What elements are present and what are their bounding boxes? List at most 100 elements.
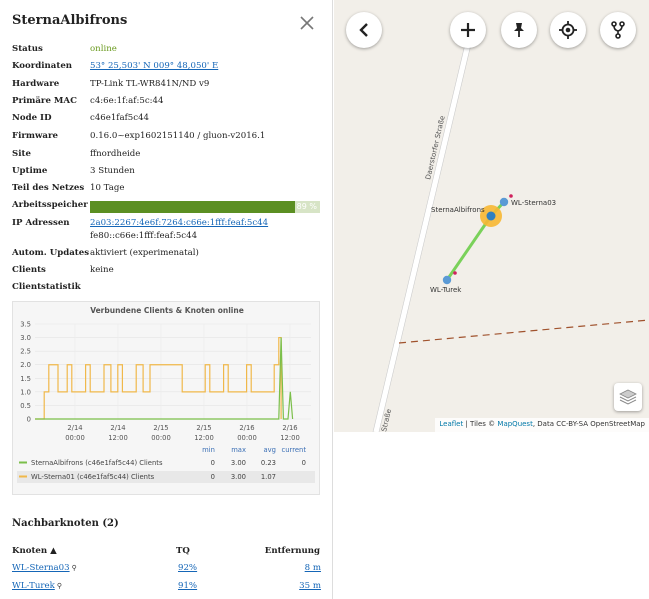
network-age-label: Teil des Netzes: [12, 183, 85, 193]
y-tick-label: 0: [27, 416, 31, 424]
chart-legend: min max avg current SternaAlbifrons (c46e1fa…: [17, 446, 315, 483]
x-tick-label: 00:00: [237, 434, 257, 442]
neighbours-dist-header[interactable]: Entfernung: [265, 546, 320, 556]
legend-value: 0.23: [261, 459, 276, 467]
status-row: Status online: [12, 44, 322, 60]
node-id-label: Node ID: [12, 113, 52, 123]
y-tick-label: 3.0: [20, 334, 31, 342]
uptime-row: Uptime 3 Stunden: [12, 166, 322, 182]
location-pin-icon: ⚲: [71, 564, 77, 572]
road: [373, 39, 472, 432]
legend-series-name: WL-Sterna01 (c46e1faf5c44) Clients: [31, 473, 155, 481]
node-title: SternaAlbifrons: [12, 13, 128, 28]
neighbours-name-header[interactable]: Knoten ▲: [12, 546, 57, 556]
legend-header: max: [231, 446, 246, 454]
firmware-label: Firmware: [12, 131, 58, 141]
node-sidebar: SternaAlbifrons Status online Koordinate…: [0, 0, 333, 599]
x-tick-label: 12:00: [194, 434, 214, 442]
pin-button[interactable]: [501, 12, 537, 48]
mac-row: Primäre MAC c4:6e:1f:af:5c:44: [12, 96, 322, 112]
ip-link[interactable]: 2a03:2267:4e6f:7264:c66e:1fff:feaf:5c44: [90, 218, 268, 228]
y-tick-label: 2.0: [20, 361, 31, 369]
neighbour-tq[interactable]: 92%: [178, 563, 197, 573]
legend-value: 0: [211, 459, 215, 467]
map-attribution: Leaflet | Tiles © MapQuest, Data CC-BY-S…: [435, 418, 649, 432]
attribution-text: | Tiles ©: [463, 420, 498, 428]
x-tick-label: 12:00: [280, 434, 300, 442]
firmware-value: 0.16.0~exp1602151140 / gluon-v2016.1: [90, 131, 266, 141]
status-value: online: [90, 44, 117, 54]
legend-value: 1.07: [261, 473, 276, 481]
node-id-value: c46e1faf5c44: [90, 113, 150, 123]
neighbour-distance[interactable]: 35 m: [299, 581, 321, 591]
coordinates-link[interactable]: 53° 25,503' N 009° 48,050' E: [90, 61, 218, 71]
blank-area: [334, 432, 649, 599]
neighbour-row: WL-Turek ⚲ 91% 35 m: [0, 581, 332, 597]
legend-header: current: [281, 446, 306, 454]
mapquest-link[interactable]: MapQuest: [497, 420, 532, 428]
x-tick-label: 12:00: [108, 434, 128, 442]
close-icon[interactable]: [298, 14, 316, 32]
x-tick-label: 2/16: [282, 424, 297, 432]
fork-button[interactable]: [600, 12, 636, 48]
map-canvas[interactable]: Daerstorfer Straße Straße SternaAlbifron…: [334, 0, 649, 432]
locate-button[interactable]: [550, 12, 586, 48]
x-tick-label: 00:00: [151, 434, 171, 442]
neighbours-tq-header[interactable]: TQ: [176, 546, 190, 556]
location-pin-icon: ⚲: [56, 582, 62, 590]
layers-icon: [619, 389, 637, 405]
legend-value: 0: [302, 459, 306, 467]
x-tick-label: 2/15: [196, 424, 211, 432]
attribution-text: , Data CC-BY-SA OpenStreetMap: [532, 420, 645, 428]
uptime-value: 3 Stunden: [90, 166, 135, 176]
road-edge: [372, 39, 467, 432]
y-tick-label: 1.0: [20, 388, 31, 396]
back-button[interactable]: [346, 12, 382, 48]
mac-label: Primäre MAC: [12, 96, 77, 106]
status-label: Status: [12, 44, 43, 54]
boundary-line: [398, 319, 649, 344]
coordinates-label: Koordinaten: [12, 61, 73, 71]
legend-value: 0: [211, 473, 215, 481]
neighbour-distance[interactable]: 8 m: [305, 563, 321, 573]
legend-value: 3.00: [231, 459, 246, 467]
clients-value: keine: [90, 265, 114, 275]
clientstats-row: Clientstatistik: [12, 282, 322, 298]
link-line[interactable]: [445, 215, 493, 281]
hardware-row: Hardware TP-Link TL-WR841N/ND v9: [12, 79, 322, 95]
road-edge: [378, 39, 473, 432]
uptime-label: Uptime: [12, 166, 48, 176]
clients-label: Clients: [12, 265, 46, 275]
autoupdate-row: Autom. Updates aktiviert (experimenatal): [12, 248, 322, 264]
zoom-in-button[interactable]: [450, 12, 486, 48]
ip-row: IP Adressen 2a03:2267:4e6f:7264:c66e:1ff…: [12, 218, 322, 248]
site-row: Site ffnordheide: [12, 149, 322, 165]
legend-value: 3.00: [231, 473, 246, 481]
clients-row: Clients keine: [12, 265, 322, 281]
autoupdate-label: Autom. Updates: [12, 248, 90, 258]
locate-icon: [559, 21, 577, 39]
close-button[interactable]: [298, 14, 316, 32]
x-tick-label: 2/14: [67, 424, 82, 432]
neighbour-tq[interactable]: 91%: [178, 581, 197, 591]
mac-value: c4:6e:1f:af:5c:44: [90, 96, 164, 106]
node-marker[interactable]: [442, 275, 452, 285]
node-label: SternaAlbifrons: [431, 206, 485, 214]
node-label: WL-Turek: [430, 286, 462, 294]
leaflet-link[interactable]: Leaflet: [439, 420, 463, 428]
node-marker[interactable]: [486, 211, 496, 221]
neighbour-link[interactable]: WL-Sterna03: [12, 563, 70, 573]
y-tick-label: 0.5: [20, 402, 31, 410]
x-tick-label: 00:00: [65, 434, 85, 442]
node-marker[interactable]: [499, 197, 509, 207]
neighbours-title: Nachbarknoten (2): [12, 518, 119, 529]
site-label: Site: [12, 149, 31, 159]
network-age-row: Teil des Netzes 10 Tage: [12, 183, 322, 199]
map-view[interactable]: Daerstorfer Straße Straße SternaAlbifron…: [334, 0, 649, 432]
x-tick-label: 2/14: [110, 424, 125, 432]
memory-percent: 89 %: [296, 202, 317, 211]
client-stats-chart: Verbundene Clients & Knoten online 3.5 3.…: [12, 301, 320, 495]
neighbour-link[interactable]: WL-Turek: [12, 581, 55, 591]
layers-button[interactable]: [614, 383, 642, 411]
node-label: WL-Sterna03: [511, 199, 556, 207]
